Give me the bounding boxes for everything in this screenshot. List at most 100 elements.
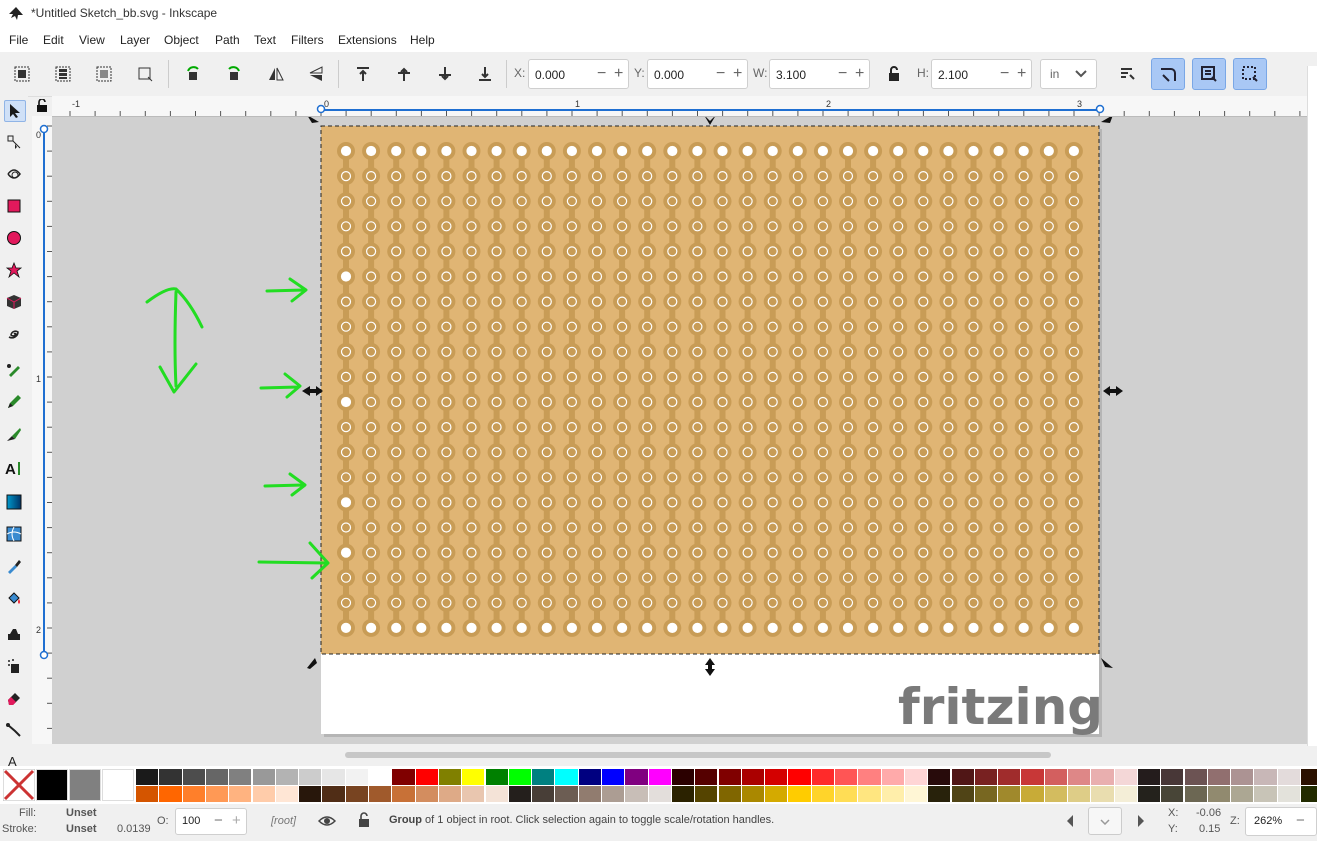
color-swatch[interactable] bbox=[252, 786, 275, 802]
color-swatch[interactable] bbox=[788, 786, 811, 802]
layer-lock-icon[interactable] bbox=[357, 812, 371, 828]
color-swatch[interactable] bbox=[741, 786, 765, 802]
color-swatch[interactable] bbox=[345, 769, 368, 785]
ellipse-tool-icon[interactable] bbox=[4, 228, 24, 248]
menu-object[interactable]: Object bbox=[164, 33, 199, 47]
color-swatch[interactable] bbox=[1301, 786, 1317, 802]
color-swatch[interactable] bbox=[974, 769, 998, 785]
zoom-value[interactable]: 262% bbox=[1254, 815, 1282, 827]
color-swatch[interactable] bbox=[555, 786, 578, 802]
color-swatch[interactable] bbox=[1184, 786, 1207, 802]
select-all-layers-icon[interactable] bbox=[51, 62, 75, 86]
color-swatch[interactable] bbox=[671, 769, 695, 785]
spiral-tool-icon[interactable] bbox=[4, 324, 24, 344]
horizontal-ruler[interactable]: -1 0 1 2 3 bbox=[52, 96, 1307, 117]
layer-dropdown[interactable] bbox=[1088, 807, 1122, 835]
color-swatch[interactable] bbox=[718, 786, 741, 802]
color-swatch[interactable] bbox=[1021, 769, 1044, 785]
color-swatch[interactable] bbox=[998, 786, 1021, 802]
color-swatch[interactable] bbox=[765, 769, 788, 785]
color-swatch[interactable] bbox=[881, 769, 904, 785]
color-swatch[interactable] bbox=[205, 769, 229, 785]
color-swatch[interactable] bbox=[1161, 786, 1184, 802]
flip-horizontal-icon[interactable] bbox=[264, 62, 288, 86]
gradient-tool-icon[interactable] bbox=[4, 492, 24, 512]
rotate-ccw-icon[interactable] bbox=[181, 62, 205, 86]
color-swatch[interactable] bbox=[322, 769, 345, 785]
color-swatch[interactable] bbox=[1207, 769, 1231, 785]
color-swatch[interactable] bbox=[159, 769, 182, 785]
color-swatch[interactable] bbox=[229, 786, 252, 802]
h-decrement-button[interactable]: − bbox=[1000, 66, 1009, 82]
color-swatch[interactable] bbox=[695, 769, 718, 785]
color-swatch[interactable] bbox=[555, 769, 578, 785]
color-swatch[interactable] bbox=[182, 786, 205, 802]
tweak-tool-icon[interactable] bbox=[4, 164, 24, 184]
color-swatch[interactable] bbox=[881, 786, 904, 802]
stroke-width-value[interactable]: 0.0139 bbox=[117, 823, 151, 835]
color-swatch[interactable] bbox=[275, 769, 299, 785]
horizontal-scrollbar[interactable] bbox=[345, 752, 1051, 758]
menu-file[interactable]: File bbox=[9, 33, 28, 47]
color-swatch[interactable] bbox=[159, 786, 182, 802]
color-swatch[interactable] bbox=[1068, 786, 1091, 802]
color-swatch[interactable] bbox=[345, 786, 368, 802]
color-swatch[interactable] bbox=[485, 786, 508, 802]
zoom-decrement-button[interactable]: − bbox=[1296, 812, 1305, 829]
vertical-ruler[interactable]: 0 1 2 bbox=[32, 116, 53, 744]
color-swatch[interactable] bbox=[532, 769, 555, 785]
color-swatch[interactable] bbox=[1184, 769, 1207, 785]
3d-box-tool-icon[interactable] bbox=[4, 292, 24, 312]
stripboard-group[interactable] bbox=[321, 126, 1099, 654]
color-swatch[interactable] bbox=[182, 769, 205, 785]
color-swatch[interactable] bbox=[578, 769, 601, 785]
opacity-value[interactable]: 100 bbox=[182, 815, 200, 827]
color-swatch[interactable] bbox=[602, 769, 625, 785]
eye-icon[interactable] bbox=[318, 814, 336, 828]
dropper-tool-icon[interactable] bbox=[4, 556, 24, 576]
connector-tool-icon[interactable] bbox=[4, 720, 24, 740]
color-swatch[interactable] bbox=[1021, 786, 1044, 802]
w-decrement-button[interactable]: − bbox=[838, 66, 847, 82]
drawing-canvas[interactable]: fritzing bbox=[52, 117, 1307, 744]
guide-lock-icon[interactable] bbox=[35, 99, 49, 113]
w-increment-button[interactable]: + bbox=[855, 66, 864, 82]
scale-rounded-corners-icon[interactable] bbox=[1151, 58, 1185, 90]
color-swatch[interactable] bbox=[602, 786, 625, 802]
color-swatch[interactable] bbox=[508, 786, 532, 802]
color-swatch[interactable] bbox=[904, 786, 928, 802]
color-swatch[interactable] bbox=[438, 786, 462, 802]
rotate-cw-icon[interactable] bbox=[222, 62, 246, 86]
unit-select[interactable]: in bbox=[1040, 59, 1097, 89]
move-patterns-icon[interactable] bbox=[1233, 58, 1267, 90]
color-swatch[interactable] bbox=[1114, 786, 1137, 802]
spray-tool-icon[interactable] bbox=[4, 624, 24, 644]
node-tool-icon[interactable] bbox=[4, 132, 24, 152]
color-swatch[interactable] bbox=[718, 769, 741, 785]
touch-select-icon[interactable] bbox=[133, 62, 157, 86]
color-swatch[interactable] bbox=[1044, 786, 1067, 802]
lower-icon[interactable] bbox=[433, 62, 457, 86]
color-swatch[interactable] bbox=[951, 769, 974, 785]
color-swatch[interactable] bbox=[485, 769, 508, 785]
deselect-icon[interactable] bbox=[92, 62, 116, 86]
color-swatch[interactable] bbox=[1277, 786, 1300, 802]
chevron-left-icon[interactable] bbox=[1065, 814, 1075, 828]
color-swatch[interactable] bbox=[648, 769, 671, 785]
color-swatch[interactable] bbox=[741, 769, 765, 785]
y-decrement-button[interactable]: − bbox=[716, 66, 725, 82]
paint-bucket-tool-icon[interactable] bbox=[4, 588, 24, 608]
h-increment-button[interactable]: + bbox=[1017, 66, 1026, 82]
calligraphy-tool-icon[interactable] bbox=[4, 424, 24, 444]
color-swatch[interactable] bbox=[462, 769, 485, 785]
pencil-tool-icon[interactable] bbox=[4, 392, 24, 412]
color-swatch[interactable] bbox=[695, 786, 718, 802]
chevron-right-icon[interactable] bbox=[1136, 814, 1146, 828]
spray-objects-tool-icon[interactable] bbox=[4, 656, 24, 676]
raise-to-top-icon[interactable] bbox=[351, 62, 375, 86]
color-swatch[interactable] bbox=[974, 786, 998, 802]
menu-filters[interactable]: Filters bbox=[291, 33, 324, 47]
current-layer[interactable]: [root] bbox=[271, 815, 296, 827]
opacity-decrement-button[interactable]: − bbox=[214, 812, 223, 829]
select-all-icon[interactable] bbox=[10, 62, 34, 86]
